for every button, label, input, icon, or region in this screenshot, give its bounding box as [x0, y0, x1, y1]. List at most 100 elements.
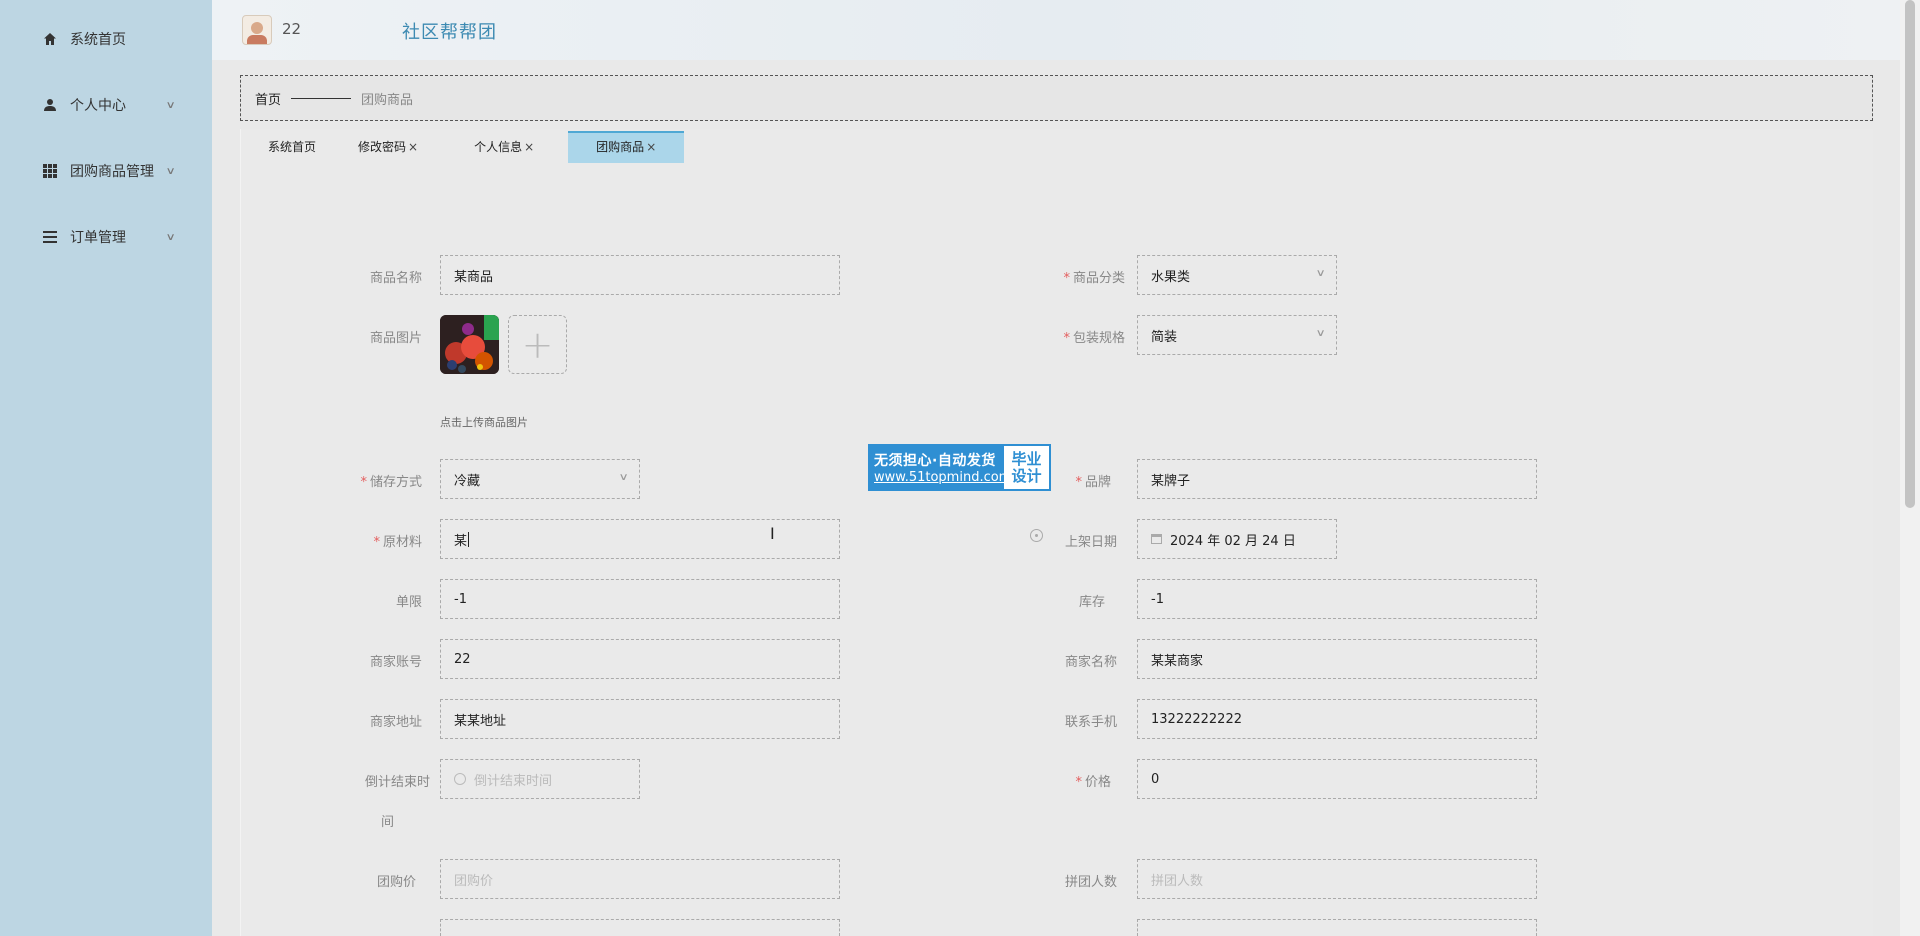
group-price-placeholder: 团购价 [454, 873, 494, 889]
clock-icon [1030, 529, 1043, 542]
product-image[interactable] [440, 315, 499, 374]
label-countdown-wrap: 间 [380, 815, 394, 830]
stock-value: -1 [1151, 591, 1164, 607]
header: 22 社区帮帮团 [212, 0, 1900, 60]
price-input[interactable]: 0 [1137, 759, 1537, 799]
category-select[interactable]: 水果类 ∨ [1137, 255, 1337, 295]
chevron-down-icon: ∨ [165, 231, 176, 243]
label-merchant-address: 商家地址 [369, 715, 422, 730]
group-size-placeholder: 拼团人数 [1151, 873, 1204, 889]
limit-input[interactable]: -1 [440, 579, 840, 619]
avatar[interactable] [242, 15, 272, 45]
text-cursor-icon: I [770, 524, 775, 543]
fruit-image-icon [440, 315, 499, 374]
group-size-input[interactable]: 拼团人数 [1137, 859, 1537, 899]
tab-group-goods[interactable]: 团购商品 × [568, 131, 685, 163]
calendar-icon [1151, 534, 1162, 544]
grid-icon [42, 163, 58, 179]
sidebar-item-personal[interactable]: 个人中心 ∨ [0, 85, 212, 125]
label-price: 价格 [1021, 771, 1111, 790]
merchant-account-value: 22 [454, 651, 471, 667]
merchant-name-input[interactable]: 某某商家 [1137, 639, 1537, 679]
user-icon [42, 97, 58, 113]
limit-value: -1 [454, 591, 467, 607]
close-icon[interactable]: × [408, 140, 418, 154]
sidebar-item-home[interactable]: 系统首页 [0, 19, 212, 59]
pack-select[interactable]: 简装 ∨ [1137, 315, 1337, 355]
tab-label: 修改密码 [358, 140, 407, 154]
label-storage: 储存方式 [332, 471, 422, 490]
close-icon[interactable]: × [524, 140, 534, 154]
breadcrumb-home[interactable]: 首页 [255, 89, 281, 108]
partial-input[interactable] [1137, 919, 1537, 936]
breadcrumb: 首页 团购商品 [240, 75, 1873, 121]
upload-image-button[interactable]: + [508, 315, 567, 374]
countdown-input[interactable]: 倒计结束时间 [440, 759, 640, 799]
sidebar-item-orders[interactable]: 订单管理 ∨ [0, 217, 212, 257]
clock-icon [454, 773, 466, 785]
group-price-input[interactable]: 团购价 [440, 859, 840, 899]
watermark-logo: 无须担心·自动发货 www.51topmind.com 毕业 设计 [868, 444, 1051, 491]
brand-value: 某牌子 [1151, 473, 1191, 489]
tab-change-password[interactable]: 修改密码 × [344, 131, 474, 163]
watermark-badge: 毕业 [1011, 449, 1042, 468]
sidebar-item-label: 团购商品管理 [70, 164, 154, 180]
chevron-down-icon: ∨ [165, 165, 176, 177]
storage-select[interactable]: 冷藏 ∨ [440, 459, 640, 499]
watermark-url: www.51topmind.com [874, 470, 1012, 485]
site-title: 社区帮帮团 [402, 22, 497, 43]
shelf-date-picker[interactable]: 2024 年 02 月 24 日 [1137, 519, 1337, 559]
breadcrumb-separator [291, 97, 352, 99]
chevron-down-icon: ∨ [1315, 328, 1326, 339]
phone-input[interactable]: 13222222222 [1137, 699, 1537, 739]
user-name: 22 [282, 20, 302, 38]
material-input[interactable]: 某 [440, 519, 840, 559]
sidebar: 系统首页 个人中心 ∨ 团购商品管理 ∨ 订单管理 ∨ [0, 0, 212, 936]
scrollbar-thumb[interactable] [1905, 0, 1915, 508]
material-value: 某 [454, 533, 468, 549]
label-phone: 联系手机 [1064, 715, 1117, 730]
merchant-account-input[interactable]: 22 [440, 639, 840, 679]
shelf-date-value: 2024 年 02 月 24 日 [1170, 533, 1296, 549]
label-name: 商品名称 [369, 271, 422, 286]
brand-input[interactable]: 某牌子 [1137, 459, 1537, 499]
label-limit: 单限 [395, 595, 422, 610]
name-input[interactable]: 某商品 [440, 255, 840, 295]
category-value: 水果类 [1151, 269, 1191, 285]
text-caret [468, 531, 470, 547]
sidebar-item-label: 系统首页 [70, 32, 126, 48]
chevron-down-icon: ∨ [618, 472, 629, 483]
chevron-down-icon: ∨ [165, 99, 176, 111]
tab-bar: 系统首页 修改密码 × 个人信息 × 团购商品 × [240, 131, 685, 163]
label-merchant-account: 商家账号 [369, 655, 422, 670]
watermark-badge: 设计 [1011, 466, 1042, 485]
merchant-address-input[interactable]: 某某地址 [440, 699, 840, 739]
label-group-price: 团购价 [376, 875, 416, 890]
price-value: 0 [1151, 771, 1160, 787]
label-image: 商品图片 [369, 331, 422, 346]
tab-personal-info[interactable]: 个人信息 × [474, 131, 568, 163]
tab-label: 个人信息 [474, 140, 523, 154]
close-icon[interactable]: × [646, 140, 656, 154]
merchant-name-value: 某某商家 [1151, 653, 1204, 669]
scrollbar[interactable] [1900, 0, 1920, 936]
chevron-down-icon: ∨ [1315, 268, 1326, 279]
label-countdown: 倒计结束时 [364, 775, 430, 790]
tab-label: 团购商品 [596, 140, 645, 154]
partial-input[interactable] [440, 919, 840, 936]
pack-value: 简装 [1151, 329, 1178, 345]
watermark-slogan: 无须担心·自动发货 [874, 453, 996, 469]
phone-value: 13222222222 [1151, 711, 1242, 727]
sidebar-item-label: 订单管理 [70, 230, 126, 246]
sidebar-item-group-goods[interactable]: 团购商品管理 ∨ [0, 151, 212, 191]
stock-input[interactable]: -1 [1137, 579, 1537, 619]
label-category: 商品分类 [1035, 267, 1125, 286]
breadcrumb-current: 团购商品 [361, 92, 414, 108]
upload-hint: 点击上传商品图片 [440, 416, 528, 429]
name-value: 某商品 [454, 269, 494, 285]
label-merchant-name: 商家名称 [1064, 655, 1117, 670]
tab-label: 系统首页 [268, 140, 317, 154]
label-stock: 库存 [1078, 595, 1105, 610]
merchant-address-value: 某某地址 [454, 713, 507, 729]
tab-home[interactable]: 系统首页 [240, 131, 344, 163]
